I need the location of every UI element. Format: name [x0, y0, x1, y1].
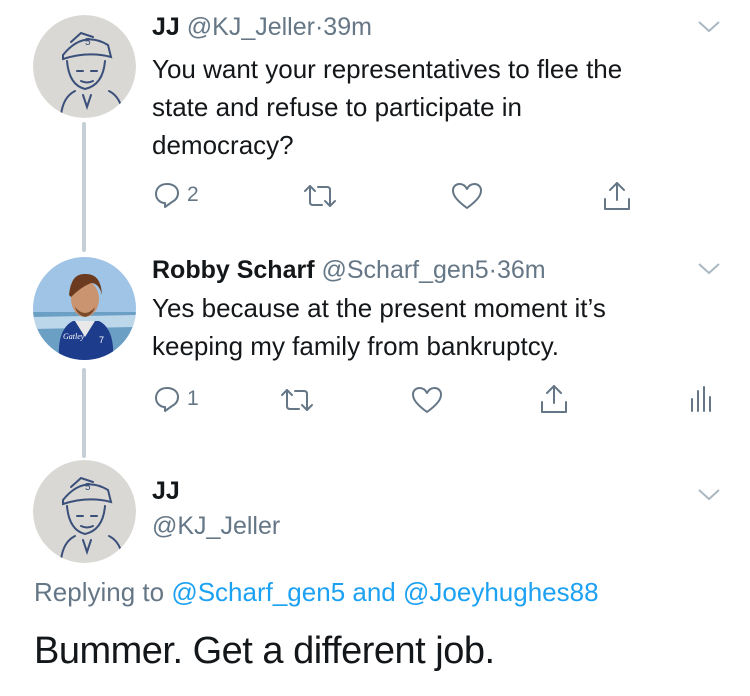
reply-count: 1	[187, 387, 199, 410]
display-name[interactable]: JJ	[152, 13, 180, 41]
reply-icon	[155, 387, 179, 412]
tweet-text-line: Yes because at the present moment it’s	[152, 293, 606, 323]
timestamp[interactable]: 36m	[497, 256, 546, 284]
replying-to: Replying to @Scharf_gen5 and @Joeyhughes…	[34, 577, 599, 608]
thread-line	[82, 368, 86, 458]
avatar[interactable]: 5	[33, 15, 136, 118]
user-handle[interactable]: @Scharf_gen5	[321, 256, 488, 284]
chevron-down-icon[interactable]	[697, 488, 721, 502]
chevron-down-icon[interactable]	[697, 20, 721, 34]
share-icon[interactable]	[538, 383, 570, 415]
svg-text:5: 5	[85, 482, 91, 493]
reply-button[interactable]: 2	[153, 181, 199, 209]
thread-line	[82, 122, 86, 252]
share-icon[interactable]	[601, 180, 633, 212]
replying-and[interactable]: and	[352, 577, 395, 607]
reply-icon	[155, 183, 179, 208]
tweet-header: JJ @KJ_Jeller·39m	[152, 12, 372, 42]
svg-text:Gatley: Gatley	[63, 332, 85, 341]
svg-text:5: 5	[85, 37, 91, 48]
separator: ·	[488, 256, 497, 284]
chevron-down-icon[interactable]	[697, 262, 721, 276]
tweet-text-line: state and refuse to participate in	[152, 92, 523, 122]
tweet-text: You want your representatives to flee th…	[152, 50, 622, 164]
like-icon[interactable]	[411, 386, 443, 414]
avatar[interactable]: 5	[33, 460, 136, 563]
retweet-icon[interactable]	[279, 388, 315, 412]
display-name[interactable]: JJ	[152, 477, 180, 506]
tweet-text-line: democracy?	[152, 130, 294, 160]
svg-text:7: 7	[99, 335, 104, 345]
display-name[interactable]: Robby Scharf	[152, 256, 315, 284]
main-tweet-text: Bummer. Get a different job.	[34, 630, 495, 672]
retweet-icon[interactable]	[302, 184, 338, 208]
user-handle[interactable]: @KJ_Jeller	[152, 512, 280, 541]
tweet-text-line: keeping my family from bankruptcy.	[152, 331, 559, 361]
tweet-text: Yes because at the present moment it’s k…	[152, 289, 606, 365]
reply-count: 2	[187, 183, 199, 206]
mention-link[interactable]: @Scharf_gen5	[171, 577, 345, 607]
avatar[interactable]: Gatley 7	[33, 257, 136, 360]
user-handle[interactable]: @KJ_Jeller	[187, 13, 315, 41]
timestamp[interactable]: 39m	[323, 13, 372, 41]
tweet-header: Robby Scharf @Scharf_gen5·36m	[152, 255, 546, 285]
mention-link[interactable]: @Joeyhughes88	[403, 577, 599, 607]
replying-to-label: Replying to	[34, 577, 165, 607]
analytics-icon[interactable]	[688, 385, 712, 413]
tweet-text-line: You want your representatives to flee th…	[152, 54, 623, 84]
like-icon[interactable]	[451, 182, 483, 210]
reply-button[interactable]: 1	[153, 385, 199, 413]
